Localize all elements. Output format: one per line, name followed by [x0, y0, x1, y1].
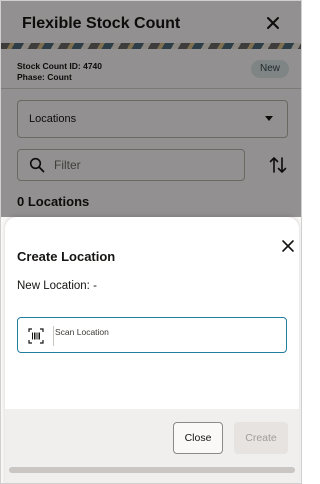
app-frame: Flexible Stock Count Stock Count ID: 474… — [0, 0, 302, 484]
scan-field-divider — [53, 326, 54, 346]
dialog-title: Create Location — [17, 249, 116, 264]
horizontal-scrollbar[interactable] — [9, 467, 295, 473]
create-button[interactable]: Create — [234, 422, 288, 454]
dialog-body: Create Location New Location: - — [5, 217, 299, 409]
scan-location-field[interactable] — [17, 317, 287, 353]
create-location-dialog: Create Location New Location: - Close Cr… — [5, 217, 299, 483]
close-button[interactable]: Close — [173, 422, 223, 454]
close-icon[interactable] — [281, 239, 295, 253]
scan-location-input[interactable] — [55, 325, 255, 339]
modal-scrim[interactable] — [1, 1, 301, 217]
new-location-label: New Location: - — [17, 280, 97, 292]
dialog-footer: Close Create — [5, 409, 299, 483]
barcode-scan-icon[interactable] — [28, 328, 44, 344]
